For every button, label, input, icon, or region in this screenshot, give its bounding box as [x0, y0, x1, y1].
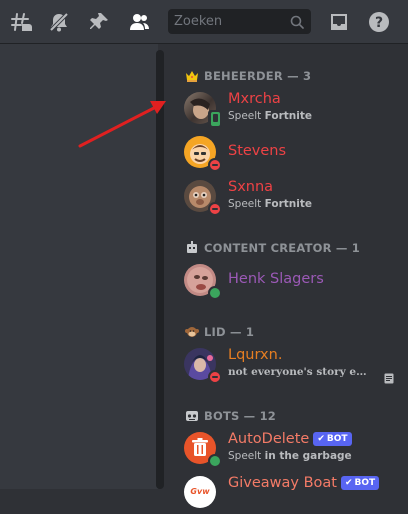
bot-badge: ✔ BOT: [313, 432, 352, 446]
monkey-icon: [184, 324, 200, 340]
chat-area: [0, 44, 158, 489]
help-icon[interactable]: ?: [366, 9, 392, 35]
crown-icon: [184, 68, 200, 84]
member-name: Henk Slagers: [228, 271, 324, 287]
scrollbar-thumb[interactable]: [156, 50, 164, 489]
member-henk-slagers[interactable]: Henk Slagers: [174, 258, 400, 302]
dnd-status-icon: [208, 158, 222, 172]
member-activity: Speelt Fortnite: [228, 110, 313, 122]
threads-icon[interactable]: [8, 9, 34, 35]
notification-bell-muted-icon[interactable]: [46, 9, 72, 35]
svg-text:?: ?: [375, 15, 383, 31]
member-list-icon[interactable]: [126, 9, 152, 35]
channel-toolbar: ?: [0, 0, 408, 44]
group-header-lid: LID — 1: [184, 324, 254, 340]
member-name: Lqurxn.: [228, 347, 283, 363]
search-bar[interactable]: [168, 9, 311, 34]
member-activity: Speelt Fortnite: [228, 198, 313, 210]
avatar: Gvw: [184, 476, 216, 508]
robot-icon: [184, 240, 200, 256]
group-title: BOTS — 12: [204, 409, 276, 423]
member-stevens[interactable]: Stevens: [174, 130, 400, 174]
member-name: Stevens: [228, 143, 287, 159]
member-autodelete[interactable]: AutoDelete ✔ BOT Speelt in the garbage: [174, 426, 400, 470]
member-lqurxn[interactable]: Lqurxn. not everyone's story en...: [174, 342, 400, 386]
member-list-scrollbar[interactable]: [156, 50, 164, 489]
group-title: CONTENT CREATOR — 1: [204, 241, 360, 255]
search-icon: [290, 14, 304, 33]
member-giveaway-boat[interactable]: Gvw Giveaway Boat ✔ BOT: [174, 470, 400, 514]
member-name: Mxrcha: [228, 91, 281, 107]
member-name: Sxnna: [228, 179, 274, 195]
member-sxnna[interactable]: Sxnna Speelt Fortnite: [174, 174, 400, 218]
bot-face-icon: [184, 408, 200, 424]
dnd-status-icon: [208, 202, 222, 216]
member-activity: Speelt in the garbage: [228, 450, 352, 462]
group-header-beheerder: BEHEERDER — 3: [184, 68, 311, 84]
member-mxrcha[interactable]: Mxrcha Speelt Fortnite: [174, 86, 400, 130]
mobile-online-status-icon: [208, 110, 222, 128]
pin-icon[interactable]: [86, 9, 112, 35]
inbox-icon[interactable]: [326, 9, 352, 35]
verified-check-icon: ✔: [344, 478, 353, 488]
group-header-content-creator: CONTENT CREATOR — 1: [184, 240, 360, 256]
custom-status-text: not everyone's story en...: [228, 366, 374, 378]
verified-check-icon: ✔: [317, 434, 325, 444]
dnd-status-icon: [208, 370, 222, 384]
member-name-row: AutoDelete ✔ BOT: [228, 431, 352, 447]
svg-text:Gvw: Gvw: [190, 487, 210, 496]
group-title: LID — 1: [204, 325, 255, 339]
search-input[interactable]: [168, 9, 286, 34]
online-status-icon: [208, 286, 222, 300]
note-icon[interactable]: [384, 369, 394, 388]
online-status-icon: [208, 454, 222, 468]
group-title: BEHEERDER — 3: [204, 69, 312, 83]
member-list: BEHEERDER — 3 Mxrcha Speelt Fortnite Ste…: [166, 44, 408, 508]
group-header-bots: BOTS — 12: [184, 408, 276, 424]
member-name: AutoDelete: [228, 431, 310, 447]
bot-badge: ✔ BOT: [340, 476, 380, 490]
